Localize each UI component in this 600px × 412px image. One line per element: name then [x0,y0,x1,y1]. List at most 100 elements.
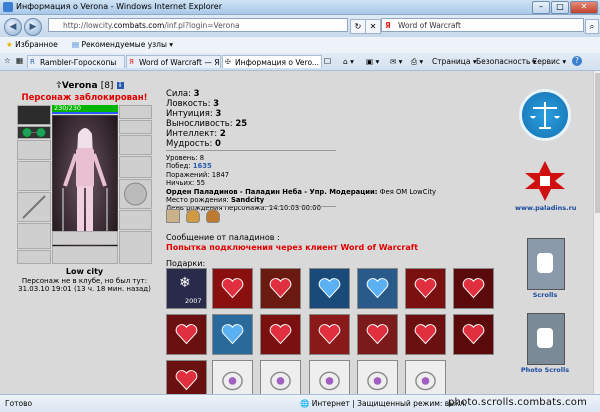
order-medal-icon[interactable] [186,209,200,223]
fist-photo-icon [537,328,553,348]
back-button[interactable]: ◀ [4,18,22,36]
safety-menu[interactable]: Безопасность ▾ [476,57,537,66]
blocked-warning: Персонаж заблокирован! [21,93,148,103]
service-menu[interactable]: Сервис ▾ [532,57,566,66]
gift-item[interactable] [212,360,253,394]
gift-item[interactable] [260,314,301,355]
ring-slots[interactable] [52,231,118,245]
scrollbar-thumb[interactable] [595,73,600,213]
stat-intuition: Интуиция: 3 [166,109,222,119]
glasses-slot[interactable] [17,126,51,139]
gift-item[interactable]: ❄ 2007 [166,268,207,309]
star-icon: ★ [6,40,13,49]
ie-page-icon: ▤ [72,40,80,49]
detail-level: Уровень: 8 [166,154,205,162]
boots-slot-right[interactable] [119,231,152,264]
paladins-logo[interactable] [523,159,567,203]
armor-slot[interactable] [17,161,51,191]
stat-intellect: Интеллект: 2 [166,129,226,139]
url-suffix: /inf.pl?login=Verona [164,21,240,30]
last-seen-note: Персонаж не в клубе, но был тут: 31.03.1… [17,277,152,293]
minimize-button[interactable]: – [532,1,550,14]
award-medal-icon[interactable] [206,209,220,223]
address-input[interactable]: http://lowcity.combats.com/inf.pl?login=… [48,18,348,32]
gift-item[interactable] [260,360,301,394]
belt-slot[interactable] [17,223,51,249]
gift-item[interactable] [453,314,494,355]
page-menu[interactable]: Страница ▾ [432,57,477,66]
yandex-icon: Я [129,58,134,66]
search-go-icon[interactable]: ⌕ [585,19,599,34]
photo-scrolls-link[interactable]: Photo Scrolls [515,366,575,374]
character-level: [8] [100,81,114,91]
tab-verona-info[interactable]: ✠ Информация о Vero... [222,55,322,68]
heart-icon [414,278,437,299]
print-icon[interactable]: ⎙ ▾ [411,57,423,67]
gift-item[interactable] [260,268,301,309]
helmet-slot[interactable] [17,105,51,125]
tab-wow-search[interactable]: Я Word of Warcraft — Ян... [126,55,221,68]
new-tab-button[interactable]: □ [324,56,331,65]
divider [166,150,336,151]
maximize-button[interactable]: □ [551,1,569,14]
globe-icon: 🌐 [300,399,310,408]
vertical-scrollbar[interactable] [593,71,600,394]
gift-item[interactable] [166,360,207,394]
gift-item[interactable] [357,360,398,394]
info-badge-icon[interactable]: i [116,82,124,89]
basket-icon [222,371,243,391]
slot-right-1[interactable] [119,105,152,119]
url-prefix: http://lowcity. [63,21,114,30]
photo-scrolls-logo[interactable] [527,313,565,365]
gift-item[interactable] [309,314,350,355]
feeds-icon[interactable]: ▣ ▾ [366,57,379,66]
stat-agility: Ловкость: 3 [166,99,220,109]
scrolls-link[interactable]: Scrolls [515,291,575,299]
character-name[interactable]: Verona [62,81,98,91]
gift-item[interactable] [357,314,398,355]
slot-right-2[interactable] [119,120,152,134]
boots-slot[interactable] [52,246,118,264]
help-icon[interactable]: ? [572,56,582,66]
home-icon[interactable]: ⌂ ▾ [343,57,354,66]
gift-item[interactable] [405,268,446,309]
shoulder-slot[interactable] [17,140,51,160]
gift-item[interactable] [357,268,398,309]
gift-item[interactable] [309,360,350,394]
moderation-logo[interactable] [519,89,571,141]
goggles-icon [22,128,46,137]
gift-item[interactable] [405,314,446,355]
gift-item[interactable] [212,314,253,355]
gift-item[interactable] [166,314,207,355]
shield-slot[interactable] [119,179,152,209]
stop-icon[interactable]: ✕ [365,19,381,34]
gift-item[interactable] [453,268,494,309]
bracer-slot[interactable] [119,156,152,178]
gift-item[interactable] [405,360,446,394]
close-button[interactable]: ✕ [570,1,598,14]
weapon-slot-left[interactable] [17,192,51,222]
security-zone[interactable]: 🌐 Интернет | Защищенный режим: выкл. [300,399,467,408]
tab-list-icon[interactable]: ▦ [16,56,23,65]
search-input[interactable]: Я Word of Warcraft [381,18,584,32]
paladins-link[interactable]: www.paladins.ru [515,204,576,212]
ring-slot-left[interactable] [17,250,51,264]
pants-slot[interactable] [119,210,152,230]
gift-item[interactable] [212,268,253,309]
detail-wins: Побед: 1635 [166,162,212,171]
gloves-slot[interactable] [119,135,152,155]
favorites-center-icon[interactable]: ☆ [4,56,11,65]
gift-item[interactable] [309,268,350,309]
page-icon: ✠ [225,58,231,66]
recommended-sites-button[interactable]: ▤ Рекомендуемые узлы ▾ [72,40,173,49]
scroll-medal-icon[interactable] [166,209,180,223]
status-bar: Готово 🌐 Интернет | Защищенный режим: вы… [0,394,600,412]
forward-button[interactable]: ▶ [24,18,42,36]
tab-rambler[interactable]: R Rambler-Гороскопы [27,55,125,68]
favorites-button[interactable]: ★ Избранное [6,40,58,49]
tab-bar: ☆ ▦ R Rambler-Гороскопы Я Word of Warcra… [0,53,600,71]
mail-icon[interactable]: ✉ ▾ [390,57,402,66]
heart-icon [221,278,244,299]
refresh-icon[interactable]: ↻ [350,19,366,34]
scrolls-logo[interactable] [527,238,565,290]
